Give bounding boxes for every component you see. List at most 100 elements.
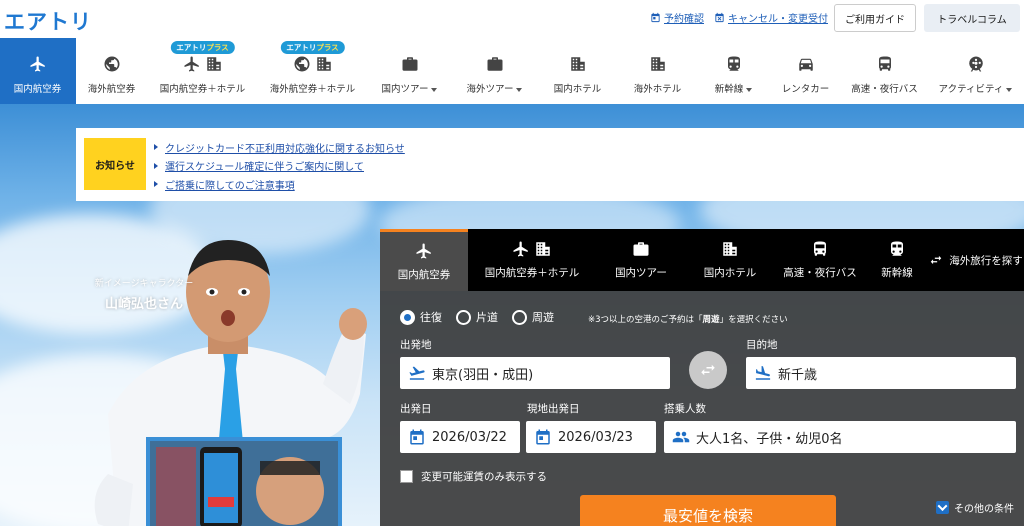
- tab-domestic-flight-hotel[interactable]: 国内航空券＋ホテル: [468, 229, 596, 291]
- usage-guide-button[interactable]: ご利用ガイド: [834, 4, 916, 32]
- tab-label: 国内ツアー: [615, 267, 667, 279]
- travel-column-button[interactable]: トラベルコラム: [924, 4, 1020, 32]
- swap-airports-button[interactable]: [689, 351, 727, 389]
- nav-activity[interactable]: アクティビティ: [928, 38, 1024, 104]
- nav-highway-bus[interactable]: 高速・夜行バス: [842, 38, 928, 104]
- nav-rental-car[interactable]: レンタカー: [770, 38, 842, 104]
- tab-label: 国内ホテル: [703, 267, 757, 279]
- checkbox-box: [400, 470, 413, 483]
- nav-domestic-flight-hotel[interactable]: エアトリプラス 国内航空券＋ホテル: [148, 38, 258, 104]
- radio-label: 片道: [476, 311, 498, 324]
- nav-intl-flight-hotel[interactable]: エアトリプラス 海外航空券＋ホテル: [258, 38, 368, 104]
- arrival-plane-icon: [755, 365, 771, 380]
- passengers-value: 大人1名、子供・幼児0名: [696, 431, 843, 447]
- building-icon: [650, 57, 665, 71]
- radio-indicator: [512, 309, 527, 325]
- suitcase-icon: [487, 57, 502, 71]
- notice-badge: お知らせ: [84, 138, 146, 190]
- train-icon: [727, 56, 740, 71]
- destination-label: 目的地: [746, 339, 778, 351]
- globe-plane-icon: [104, 56, 119, 72]
- destination-value: 新千歳: [778, 367, 818, 383]
- radio-multi-city[interactable]: 周遊: [512, 309, 554, 325]
- plus-badge-prefix: エアトリ: [286, 43, 317, 52]
- top-links: 予約確認 キャンセル・変更受付: [650, 10, 828, 25]
- airplane-icon: [30, 56, 45, 72]
- nav-shinkansen[interactable]: 新幹線: [698, 38, 770, 104]
- reservation-check-link[interactable]: 予約確認: [650, 10, 704, 25]
- swap-arrows-icon: [931, 255, 942, 265]
- changeable-fare-checkbox[interactable]: 変更可能運賃のみ表示する: [400, 469, 547, 484]
- passengers-field[interactable]: 大人1名、子供・幼児0名: [664, 421, 1016, 453]
- nav-label: 高速・夜行バス: [851, 84, 918, 95]
- origin-field[interactable]: 東京(羽田・成田): [400, 357, 670, 389]
- depart-date-value: 2026/03/22: [432, 429, 507, 445]
- cancel-change-label: キャンセル・変更受付: [728, 14, 828, 25]
- overseas-travel-link[interactable]: 海外旅行を探す: [928, 229, 1024, 291]
- character-caption: 新イメージキャラクター 山崎弘也さん: [88, 276, 200, 312]
- other-conditions-toggle[interactable]: その他の条件: [936, 500, 1014, 515]
- nav-label: 国内航空券: [13, 84, 62, 95]
- chevron-down-icon: [936, 501, 949, 514]
- globe-plane-icon: [294, 56, 309, 72]
- notice-link[interactable]: ご搭乗に際してのご注意事項: [154, 175, 405, 194]
- radio-label: 周遊: [532, 311, 554, 324]
- tab-domestic-flight[interactable]: 国内航空券: [380, 229, 468, 291]
- category-nav: 国内航空券 海外航空券 エアトリプラス 国内航空券＋ホテル エアトリプラス 海外…: [0, 38, 1024, 104]
- origin-value: 東京(羽田・成田): [432, 367, 534, 383]
- building-icon: [206, 57, 221, 71]
- tab-highway-bus[interactable]: 高速・夜行バス: [774, 229, 866, 291]
- notice-link[interactable]: クレジットカード不正利用対応強化に関するお知らせ: [154, 138, 405, 157]
- nav-label-text: 国内ツアー: [381, 84, 429, 95]
- chevron-down-icon: [516, 87, 523, 92]
- building-icon: [536, 242, 550, 256]
- passengers-label: 搭乗人数: [664, 403, 706, 415]
- checkbox-label: 変更可能運賃のみ表示する: [421, 471, 547, 483]
- building-icon: [723, 242, 737, 256]
- nav-label: 国内ホテル: [553, 84, 602, 95]
- character-subtitle: 新イメージキャラクター: [94, 279, 194, 289]
- nav-intl-flight[interactable]: 海外航空券: [76, 38, 148, 104]
- multi-city-note: ※3つ以上の空港のご予約は「周遊」を選択ください: [588, 313, 788, 325]
- airtri-plus-badge: エアトリプラス: [170, 41, 235, 54]
- bus-icon: [814, 241, 826, 256]
- tab-label: 国内航空券＋ホテル: [484, 267, 580, 279]
- note-text: ※3つ以上の空港のご予約は「: [588, 315, 703, 325]
- tab-shinkansen[interactable]: 新幹線: [866, 229, 928, 291]
- notice-link[interactable]: 運行スケジュール確定に伴うご案内に関して: [154, 157, 405, 176]
- tab-domestic-hotel[interactable]: 国内ホテル: [686, 229, 774, 291]
- nav-domestic-hotel[interactable]: 国内ホテル: [538, 38, 618, 104]
- depart-date-field[interactable]: 2026/03/22: [400, 421, 520, 453]
- return-date-field[interactable]: 2026/03/23: [526, 421, 656, 453]
- app-promo-card[interactable]: [146, 437, 342, 526]
- origin-label: 出発地: [400, 339, 432, 351]
- tab-domestic-tour[interactable]: 国内ツアー: [596, 229, 686, 291]
- calendar-icon: [651, 12, 660, 23]
- calendar-icon: [536, 429, 550, 445]
- airplane-icon: [416, 243, 431, 258]
- search-lowest-fare-button[interactable]: 最安値を検索: [580, 495, 836, 526]
- radio-one-way[interactable]: 片道: [456, 309, 498, 325]
- nav-label: 海外航空券＋ホテル: [269, 84, 356, 95]
- departure-plane-icon: [409, 366, 425, 380]
- radio-round-trip[interactable]: 往復: [400, 309, 442, 325]
- chevron-down-icon: [746, 87, 753, 92]
- nav-label-text: 海外ツアー: [466, 84, 514, 95]
- site-logo[interactable]: エアトリ: [4, 6, 92, 36]
- nav-intl-hotel[interactable]: 海外ホテル: [618, 38, 698, 104]
- building-icon: [570, 57, 585, 71]
- note-text: 」を選択ください: [719, 315, 788, 325]
- note-bold: 周遊: [702, 315, 720, 325]
- nav-label-text: 新幹線: [714, 84, 744, 95]
- train-icon: [891, 241, 903, 256]
- overseas-label: 海外旅行を探す: [949, 254, 1023, 267]
- suitcase-icon: [402, 57, 417, 71]
- cancel-change-link[interactable]: キャンセル・変更受付: [714, 10, 828, 25]
- destination-field[interactable]: 新千歳: [746, 357, 1016, 389]
- flight-search-panel: 国内航空券 国内航空券＋ホテル 国内ツアー 国内ホテル 高速・夜行バス 新幹線: [380, 229, 1024, 526]
- nav-label: レンタカー: [781, 84, 830, 95]
- chevron-down-icon: [431, 87, 438, 92]
- nav-intl-tour[interactable]: 海外ツアー: [452, 38, 538, 104]
- nav-domestic-tour[interactable]: 国内ツアー: [368, 38, 452, 104]
- nav-domestic-flight[interactable]: 国内航空券: [0, 38, 76, 104]
